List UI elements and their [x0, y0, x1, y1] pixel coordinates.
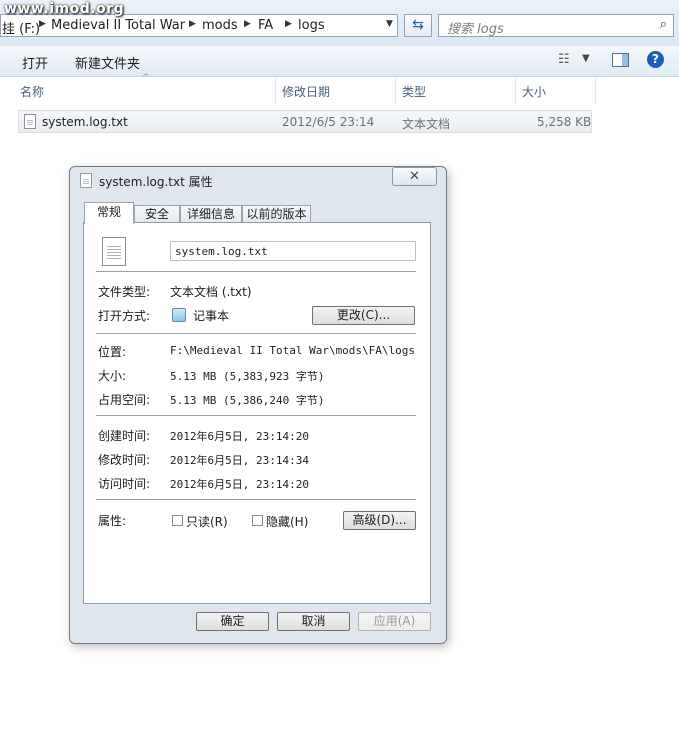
- advanced-button[interactable]: 高级(D)...: [343, 511, 416, 530]
- breadcrumb-separator-icon[interactable]: ▶: [39, 19, 46, 29]
- readonly-checkbox[interactable]: [172, 515, 183, 526]
- cancel-button[interactable]: 取消: [277, 612, 350, 631]
- sort-indicator-icon: ^: [142, 73, 150, 83]
- divider: [96, 415, 416, 416]
- open-button[interactable]: 打开: [22, 53, 48, 72]
- breadcrumb-medieval[interactable]: Medieval II Total War: [51, 18, 185, 33]
- breadcrumb-logs[interactable]: logs: [298, 18, 325, 33]
- file-type: 文本文档: [402, 117, 451, 131]
- breadcrumb-separator-icon[interactable]: ▶: [189, 19, 196, 29]
- search-input[interactable]: 搜索 logs ⌕: [438, 14, 674, 37]
- column-divider[interactable]: [515, 78, 516, 104]
- opens-with-label: 打开方式:: [98, 309, 151, 323]
- file-size: 5,258 KB: [537, 115, 592, 129]
- tab-security[interactable]: 安全: [134, 205, 180, 223]
- column-header-type[interactable]: 类型: [402, 83, 426, 100]
- accessed-label: 访问时间:: [98, 477, 151, 491]
- general-tab-panel: [83, 222, 431, 604]
- watermark: www.imod.org: [4, 1, 125, 17]
- location-value: F:\Medieval II Total War\mods\FA\logs: [170, 344, 416, 357]
- tab-previous-versions[interactable]: 以前的版本: [242, 205, 311, 223]
- modified-label: 修改时间:: [98, 453, 151, 467]
- attributes-label: 属性:: [98, 514, 127, 528]
- history-dropdown-icon[interactable]: ▼: [386, 19, 393, 29]
- size-value: 5.13 MB (5,383,923 字节): [170, 370, 325, 383]
- notepad-icon: [172, 308, 186, 322]
- close-icon: ✕: [409, 169, 420, 184]
- modified-value: 2012年6月5日, 23:14:34: [170, 454, 309, 467]
- opens-with-value: 记事本: [193, 309, 230, 323]
- change-button[interactable]: 更改(C)...: [312, 306, 415, 325]
- breadcrumb-drive[interactable]: 挂 (F:): [2, 18, 40, 37]
- apply-button[interactable]: 应用(A): [358, 612, 431, 631]
- breadcrumb-mods[interactable]: mods: [202, 18, 238, 33]
- refresh-icon: ⇆: [412, 17, 424, 33]
- help-icon[interactable]: ?: [647, 51, 664, 68]
- readonly-label[interactable]: 只读(R): [186, 513, 228, 530]
- divider: [96, 499, 416, 500]
- column-header-size[interactable]: 大小: [522, 83, 546, 100]
- created-label: 创建时间:: [98, 429, 151, 443]
- chevron-down-icon[interactable]: ▼: [582, 53, 590, 64]
- text-file-icon: [102, 237, 126, 266]
- file-type-value: 文本文档 (.txt): [170, 285, 252, 299]
- preview-pane-icon[interactable]: [612, 53, 629, 67]
- column-header-modified[interactable]: 修改日期: [282, 83, 330, 100]
- created-value: 2012年6月5日, 23:14:20: [170, 430, 309, 443]
- divider: [96, 271, 416, 272]
- breadcrumb-fa[interactable]: FA: [258, 18, 273, 33]
- breadcrumb-separator-icon[interactable]: ▶: [285, 19, 292, 29]
- search-placeholder: 搜索 logs: [447, 22, 504, 37]
- dialog-title: system.log.txt 属性: [99, 175, 213, 189]
- file-name[interactable]: system.log.txt: [42, 115, 128, 129]
- ok-button[interactable]: 确定: [196, 612, 269, 631]
- file-modified: 2012/6/5 23:14: [282, 115, 375, 129]
- column-divider[interactable]: [595, 78, 596, 104]
- column-header-name[interactable]: 名称: [20, 83, 44, 100]
- hidden-checkbox[interactable]: [252, 515, 263, 526]
- disk-size-label: 占用空间:: [98, 393, 151, 407]
- column-divider[interactable]: [275, 78, 276, 104]
- location-label: 位置:: [98, 345, 127, 359]
- refresh-button[interactable]: ⇆: [404, 14, 432, 37]
- tab-general[interactable]: 常规: [84, 202, 134, 224]
- search-icon[interactable]: ⌕: [660, 17, 667, 32]
- new-folder-button[interactable]: 新建文件夹: [75, 53, 140, 72]
- views-icon[interactable]: ☷: [558, 52, 570, 67]
- accessed-value: 2012年6月5日, 23:14:20: [170, 478, 309, 491]
- close-button[interactable]: ✕: [392, 167, 437, 186]
- size-label: 大小:: [98, 369, 127, 383]
- column-divider[interactable]: [395, 78, 396, 104]
- hidden-label[interactable]: 隐藏(H): [266, 513, 308, 530]
- filename-field[interactable]: [170, 241, 416, 261]
- divider: [96, 333, 416, 334]
- disk-size-value: 5.13 MB (5,386,240 字节): [170, 394, 325, 407]
- breadcrumb-separator-icon[interactable]: ▶: [244, 19, 251, 29]
- text-file-icon: [80, 173, 92, 188]
- tab-details[interactable]: 详细信息: [180, 205, 242, 223]
- file-type-label: 文件类型:: [98, 285, 151, 299]
- text-file-icon: [24, 114, 36, 129]
